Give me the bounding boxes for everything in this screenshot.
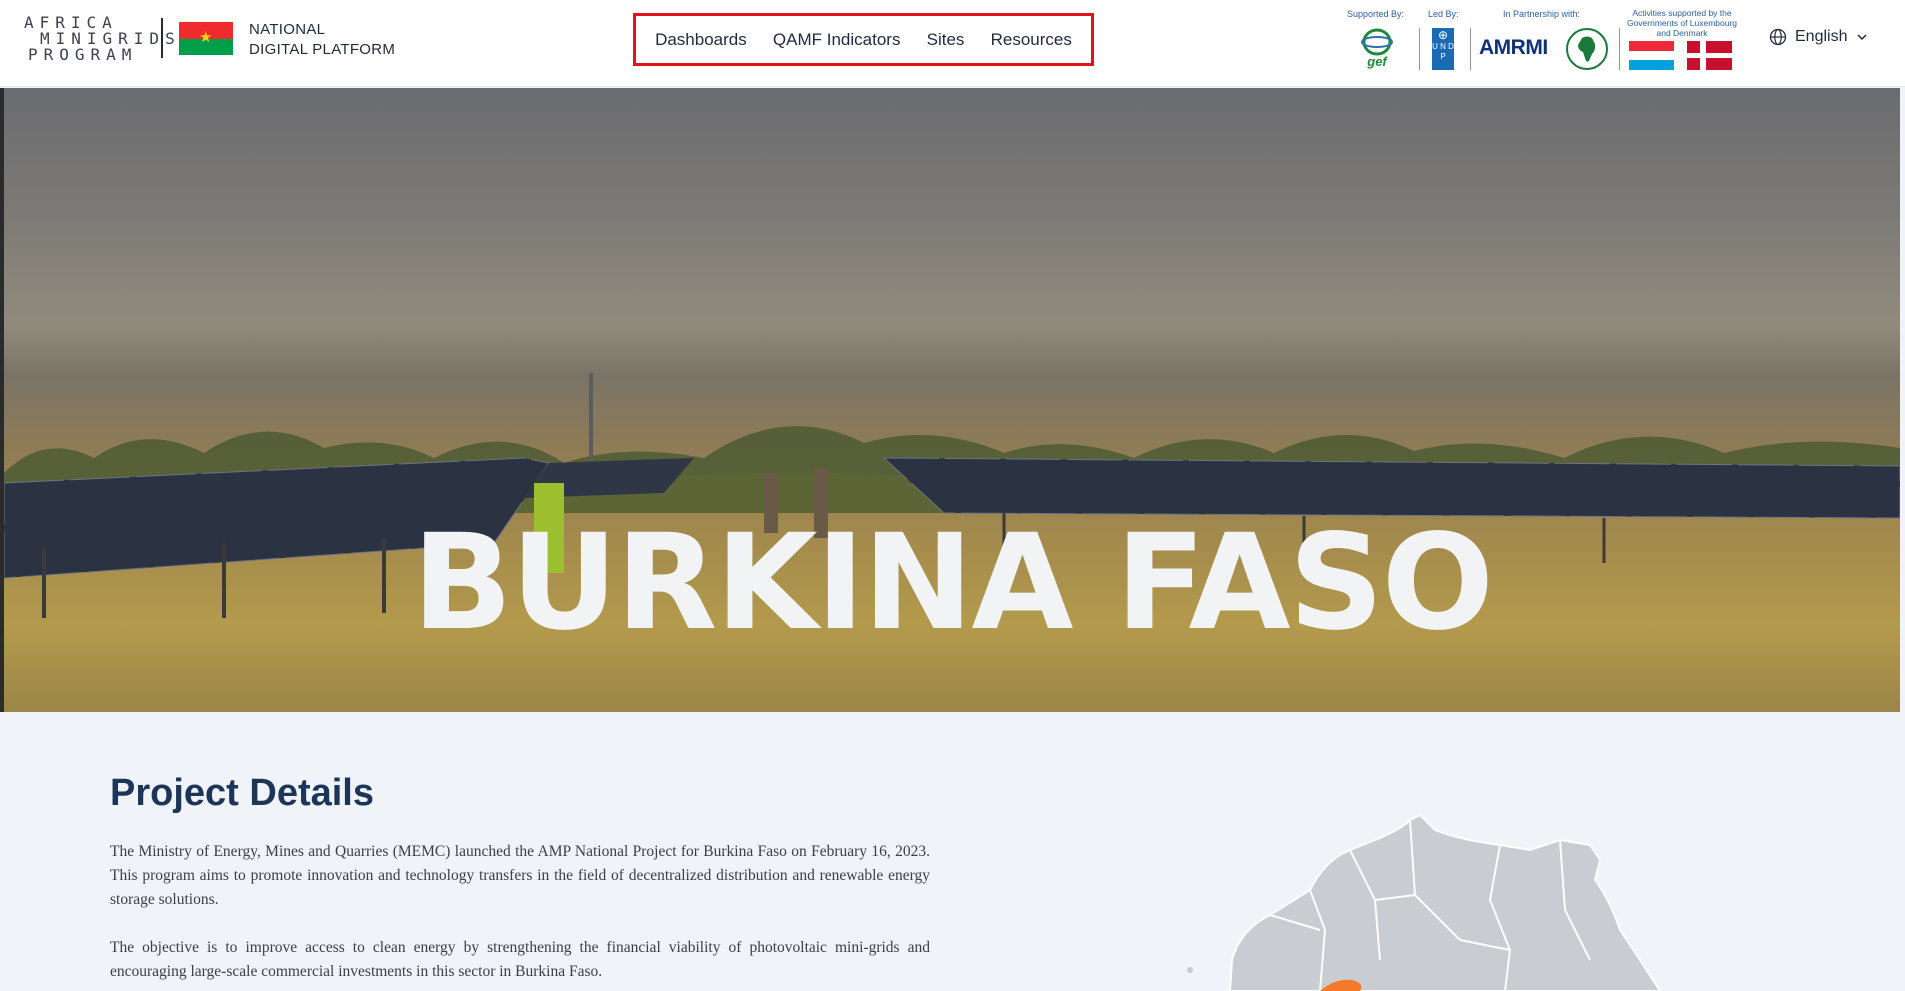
activities-supported-caption: Activities supported by the Governments … <box>1626 8 1738 38</box>
main-nav: Dashboards QAMF Indicators Sites Resourc… <box>633 13 1094 66</box>
burkina-faso-flag-icon: ★ <box>179 22 233 55</box>
globe-icon <box>1769 28 1787 46</box>
platform-name[interactable]: NATIONAL DIGITAL PLATFORM <box>249 20 395 60</box>
project-details-title: Project Details <box>110 772 374 814</box>
partner-separator <box>1470 28 1471 70</box>
language-label: English <box>1795 28 1848 45</box>
nav-resources[interactable]: Resources <box>991 30 1072 50</box>
hero-banner: BURKINA FASO <box>4 88 1900 712</box>
africa-map[interactable] <box>1160 800 1720 991</box>
brand-divider <box>161 18 163 58</box>
map-region-north-africa <box>1228 813 1662 991</box>
gef-logo-icon[interactable]: gef <box>1359 28 1395 70</box>
luxembourg-flag-icon <box>1629 41 1674 70</box>
nav-qamf-indicators[interactable]: QAMF Indicators <box>773 30 901 50</box>
map-island-dot <box>1187 967 1193 973</box>
partner-separator <box>1619 28 1620 70</box>
amrmi-logo[interactable]: AMRMI <box>1479 36 1548 60</box>
undp-logo-icon[interactable]: ⊕ U N D P <box>1432 28 1454 70</box>
supported-by-caption: Supported By: <box>1347 9 1405 19</box>
africa-minigrids-program-logo[interactable]: AFRICA MINIGRIDS PROGRAM <box>24 13 175 65</box>
platform-name-line-1: NATIONAL <box>249 21 326 38</box>
site-header: AFRICA MINIGRIDS PROGRAM ★ NATIONAL DIGI… <box>0 0 1905 87</box>
logo-line-3: PROGRAM <box>28 45 138 64</box>
language-selector[interactable]: English <box>1769 28 1869 46</box>
gef-label: gef <box>1366 54 1388 69</box>
platform-name-line-2: DIGITAL PLATFORM <box>249 41 396 58</box>
project-paragraph-1: The Ministry of Energy, Mines and Quarri… <box>110 843 930 908</box>
led-by-caption: Led By: <box>1428 9 1459 19</box>
afdb-logo-icon[interactable] <box>1566 28 1608 70</box>
nav-sites[interactable]: Sites <box>927 30 965 50</box>
denmark-flag-icon <box>1687 41 1732 70</box>
undp-label: U N D P <box>1432 42 1454 61</box>
nav-dashboards[interactable]: Dashboards <box>655 30 747 50</box>
partnership-caption: In Partnership with: <box>1503 9 1581 19</box>
project-paragraph-2: The objective is to improve access to cl… <box>110 939 930 980</box>
partner-separator <box>1419 28 1420 70</box>
hero-title: BURKINA FASO <box>412 506 1494 660</box>
chevron-down-icon <box>1857 34 1868 41</box>
